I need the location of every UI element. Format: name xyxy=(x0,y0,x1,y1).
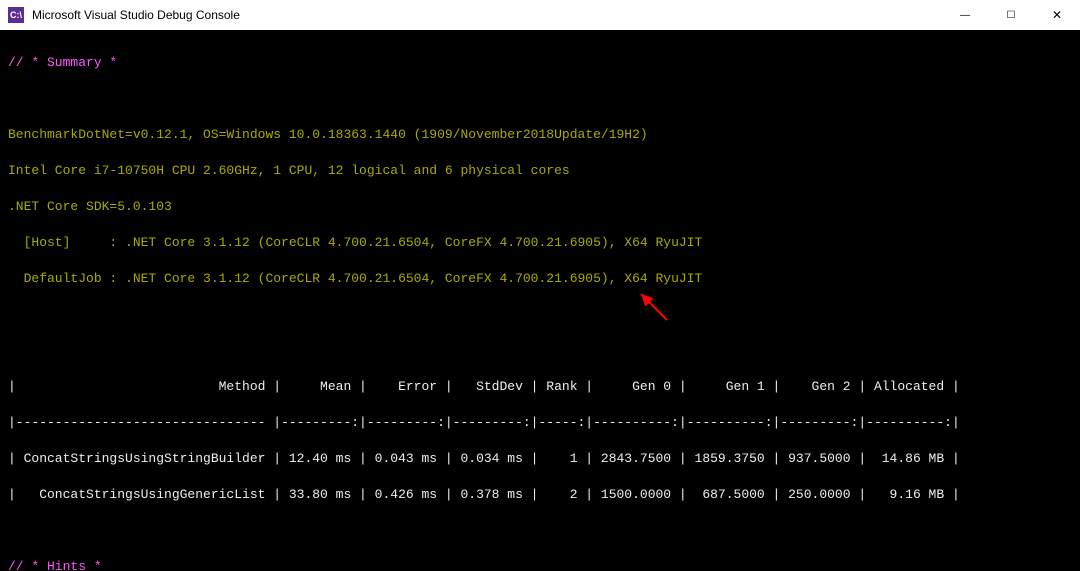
env-line: BenchmarkDotNet=v0.12.1, OS=Windows 10.0… xyxy=(8,126,1072,144)
maximize-button[interactable]: ☐ xyxy=(988,0,1034,30)
env-line: Intel Core i7-10750H CPU 2.60GHz, 1 CPU,… xyxy=(8,162,1072,180)
window-title: Microsoft Visual Studio Debug Console xyxy=(32,8,240,22)
window-titlebar: C:\ Microsoft Visual Studio Debug Consol… xyxy=(0,0,1080,30)
console-output[interactable]: // * Summary * BenchmarkDotNet=v0.12.1, … xyxy=(0,30,1080,571)
summary-header: // * Summary * xyxy=(8,54,1072,72)
minimize-button[interactable]: — xyxy=(942,0,988,30)
env-line: .NET Core SDK=5.0.103 xyxy=(8,198,1072,216)
env-line: [Host] : .NET Core 3.1.12 (CoreCLR 4.700… xyxy=(8,234,1072,252)
close-button[interactable]: ✕ xyxy=(1034,0,1080,30)
table-header: | Method | Mean | Error | StdDev | Rank … xyxy=(8,378,1072,396)
app-icon: C:\ xyxy=(8,7,24,23)
table-separator: |-------------------------------- |-----… xyxy=(8,414,1072,432)
table-row: | ConcatStringsUsingStringBuilder | 12.4… xyxy=(8,450,1072,468)
env-line: DefaultJob : .NET Core 3.1.12 (CoreCLR 4… xyxy=(8,270,1072,288)
hints-header: // * Hints * xyxy=(8,558,1072,571)
table-row: | ConcatStringsUsingGenericList | 33.80 … xyxy=(8,486,1072,504)
